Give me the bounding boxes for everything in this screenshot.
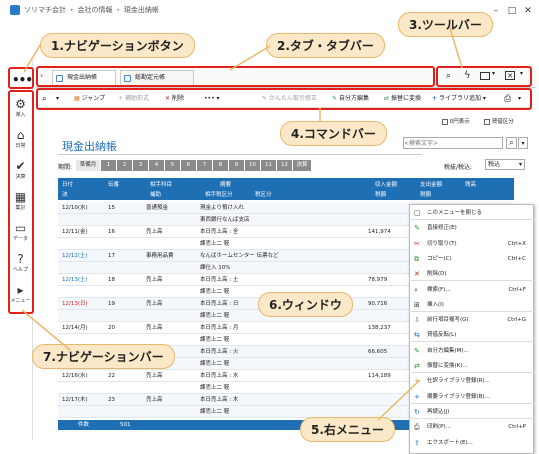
callout-pointers — [21, 27, 463, 421]
